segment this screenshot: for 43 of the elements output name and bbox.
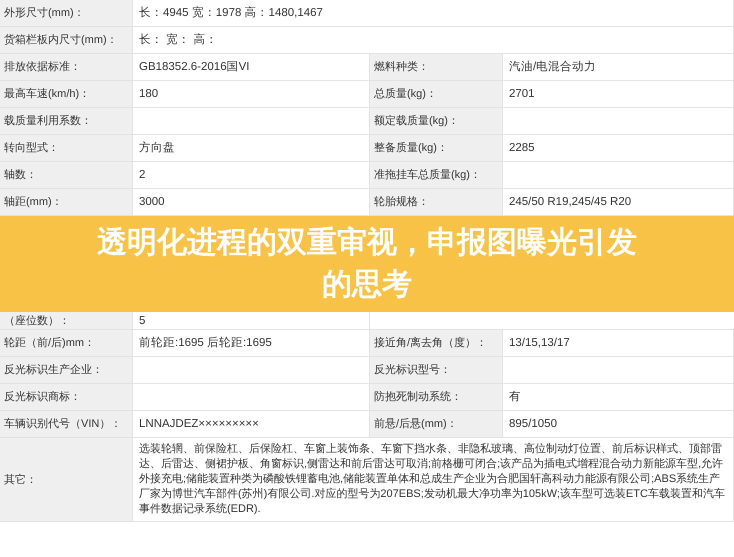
field-label: 整备质量(kg)： [374,141,448,155]
field-label: 反光标识型号： [374,363,451,377]
field-label: 燃料种类： [374,60,429,74]
field-value: 长： 宽： 高： [139,33,218,47]
field-value: 180 [139,87,158,101]
field-label: 轮胎规格： [374,195,429,209]
field-label: 外形尺寸(mm)： [4,6,85,20]
field-value: 3000 [139,195,165,209]
field-label: 转向型式： [4,141,59,155]
field-label: 其它： [4,472,37,486]
field-label: 反光标识商标： [4,390,81,404]
field-label: 防抱死制动系统： [374,390,462,404]
field-value: 2285 [509,141,535,155]
field-label: 载质量利用系数： [4,114,92,128]
field-label: 轴数： [4,168,37,182]
field-label: 车辆识别代号（VIN）： [4,417,122,431]
field-value: 前轮距:1695 后轮距:1695 [139,336,272,350]
field-label: 轮距（前/后)mm： [4,336,96,350]
field-value: 2 [139,168,146,182]
field-label: 轴距(mm)： [4,195,63,209]
field-label: 接近角/离去角（度）： [374,336,488,350]
field-paragraph: 选装轮辋、前保险杠、后保险杠、车窗上装饰条、车窗下挡水条、非隐私玻璃、高位制动灯位置、前后标识样式、顶部雷达、后雷达、侧裙护板、角窗标识,侧雷达和前后雷达可取消;前格栅可闭合;该产品为插电式增程混合动力新能源车型,允许外接充电;储能装置种类为磷酸铁锂蓄电池,储能装置单体和总成生产企业为合肥国轩高科动力能源有限公司;ABS系统生产厂家为博世汽车部件(苏州)有限公司.对应的型号为207EBS;发动机最大净功率为105kW;该车型可选装ETC车载装置和汽车事件数据记录系统(EDR). [139,442,726,517]
field-label: 反光标识生产企业： [4,363,103,377]
field-value: 2701 [509,87,535,101]
headline: 透明化进程的双重审视，申报图曝光引发的思考 [96,224,638,303]
field-value: LNNAJDEZ××××××××× [139,417,259,431]
field-value: 5 [139,314,146,328]
field-value: 895/1050 [509,417,557,431]
field-value: 汽油/电混合动力 [509,60,596,74]
field-label: 货箱栏板内尺寸(mm)： [4,33,118,47]
field-value: 方向盘 [139,141,175,155]
field-label: 额定载质量(kg)： [374,114,459,128]
field-value: 长：4945 宽：1978 高：1480,1467 [139,6,323,20]
field-label: 总质量(kg)： [374,87,437,101]
field-label: 最高车速(km/h)： [4,87,90,101]
field-value: 245/50 R19,245/45 R20 [509,195,632,209]
field-label: （座位数）： [4,314,70,328]
field-value: 13/15,13/17 [509,336,570,350]
field-label: 前悬/后悬(mm)： [374,417,458,431]
field-value: GB18352.6-2016国VI [139,60,250,74]
field-label: 排放依据标准： [4,60,81,74]
field-label: 准拖挂车总质量(kg)： [374,168,481,182]
field-value: 有 [509,390,521,404]
